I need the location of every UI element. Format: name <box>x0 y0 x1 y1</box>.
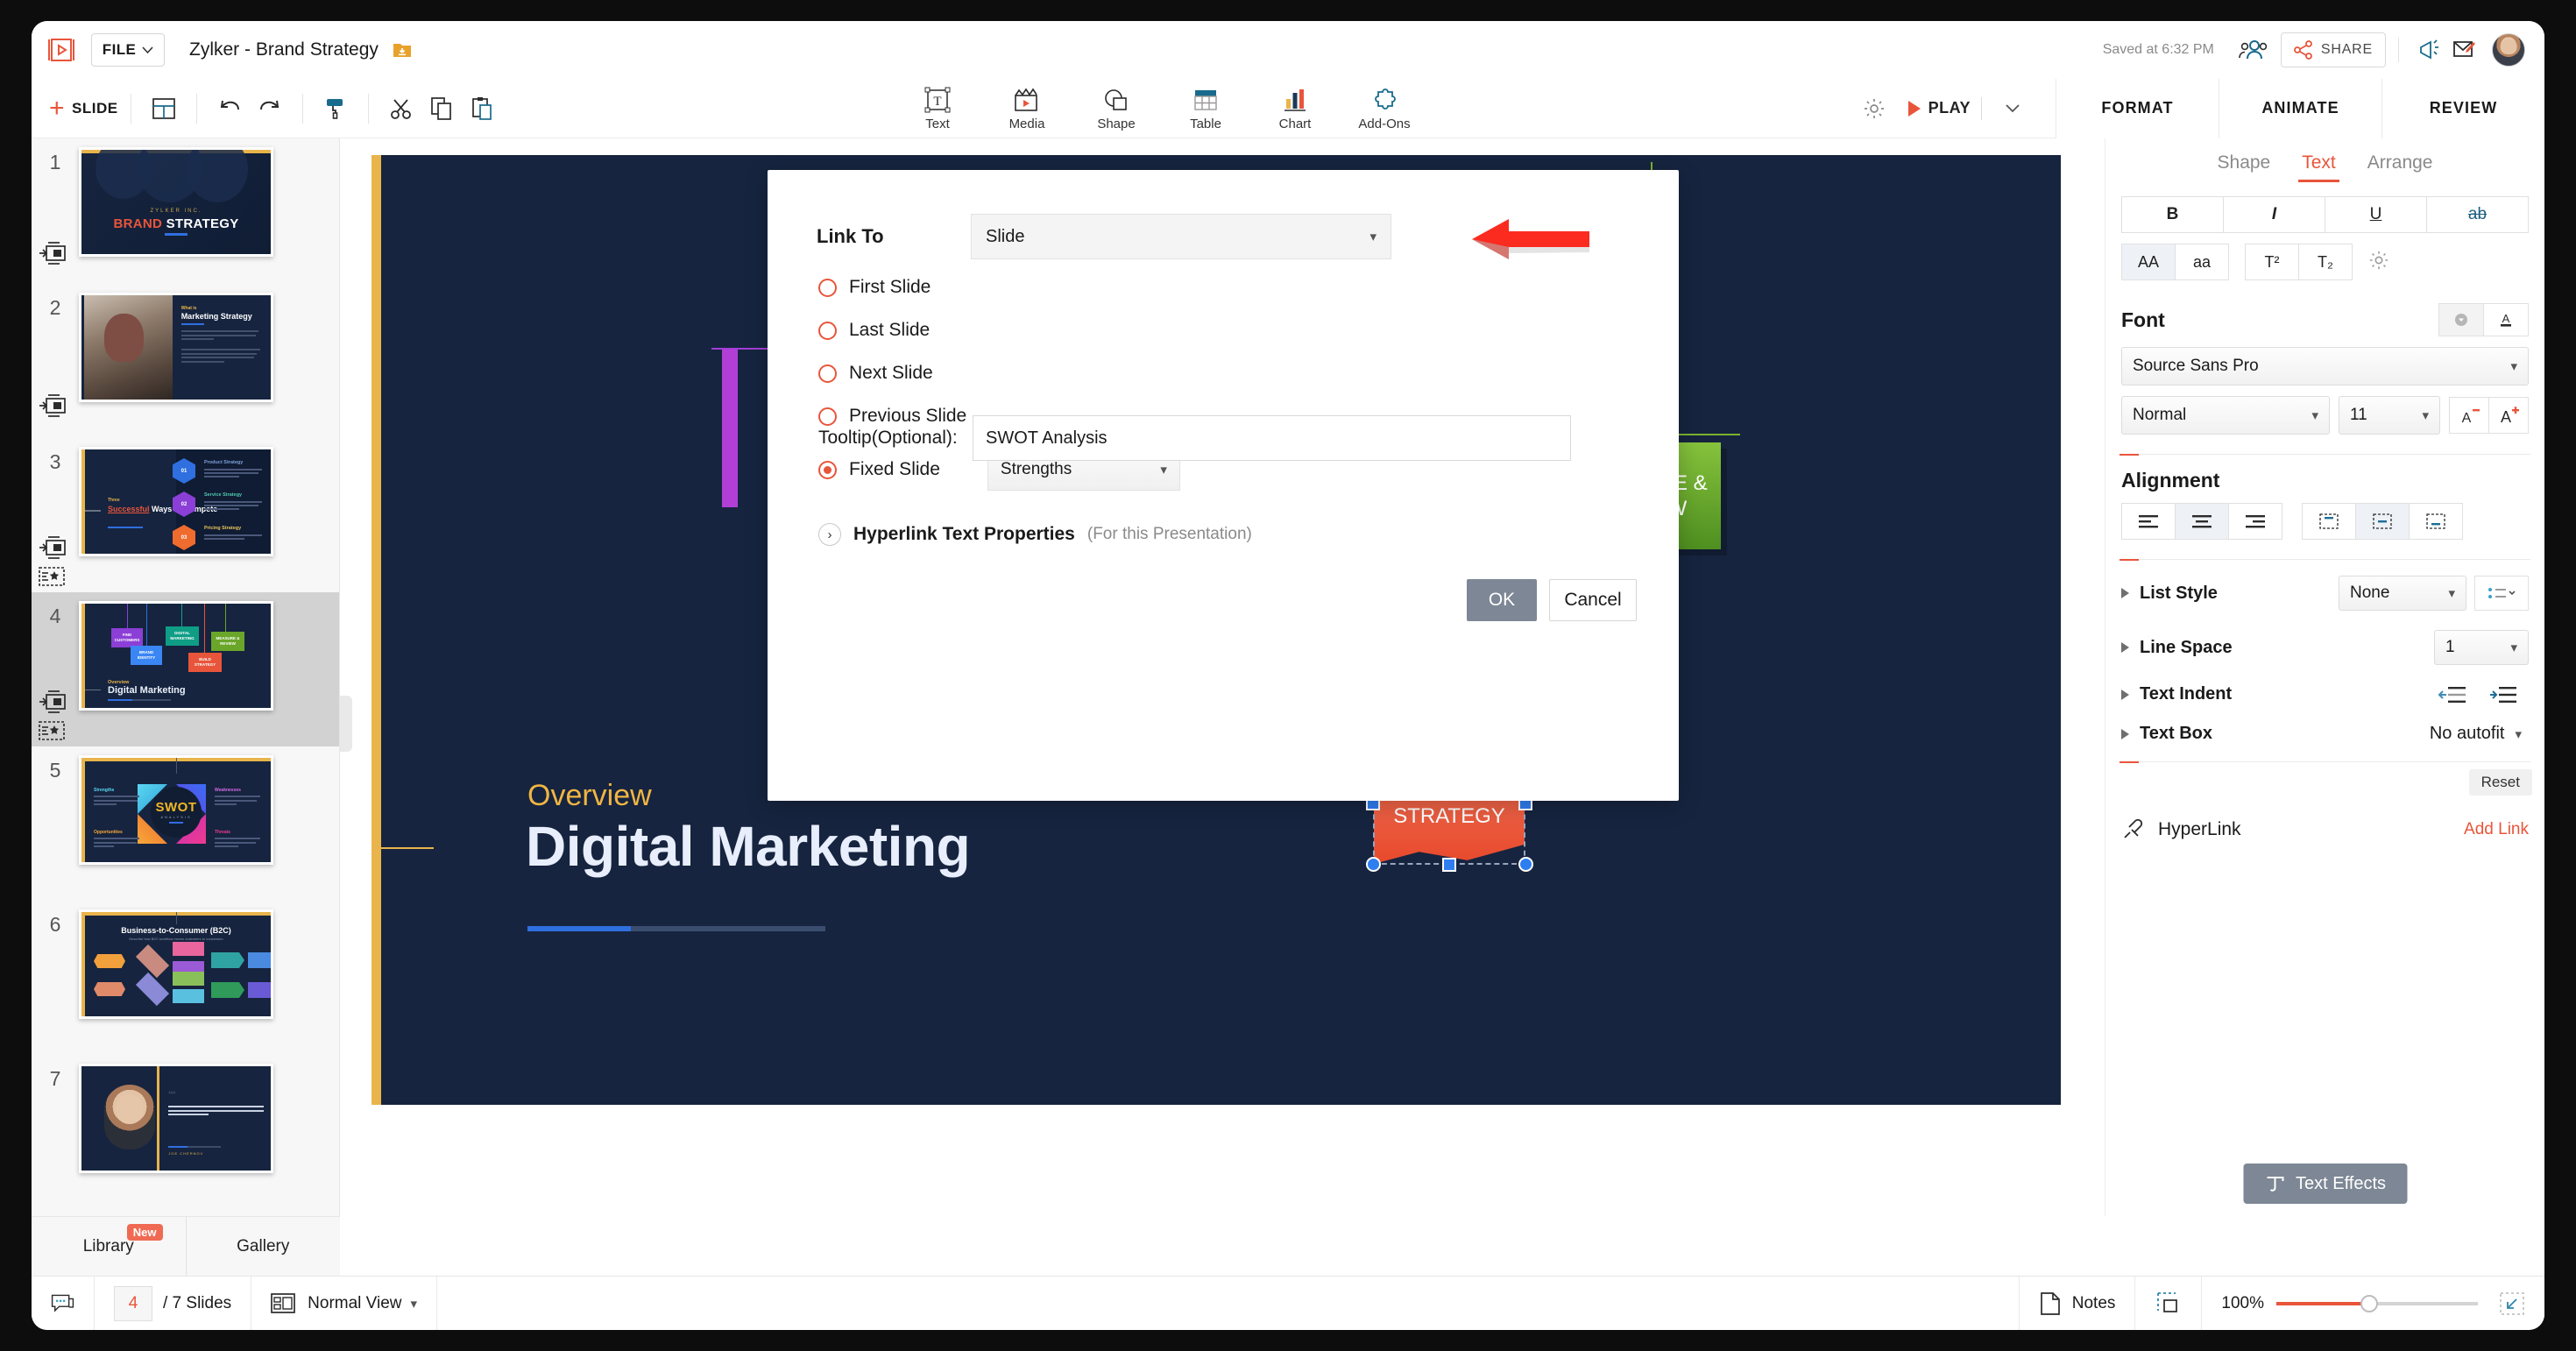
swot-label: SWOT <box>156 800 197 815</box>
radio-last-slide[interactable]: Last Slide <box>818 320 1180 341</box>
tooltip-input[interactable]: SWOT Analysis <box>973 415 1571 461</box>
hyperlink-properties-note: (For this Presentation) <box>1087 525 1252 544</box>
radio-indicator <box>818 322 837 340</box>
radio-label: First Slide <box>849 277 931 298</box>
link-to-label: Link To <box>817 225 971 248</box>
radio-next-slide[interactable]: Next Slide <box>818 363 1180 384</box>
radio-label: Last Slide <box>849 320 930 341</box>
radio-indicator <box>818 364 837 383</box>
chevron-down-icon: ▾ <box>1160 462 1167 477</box>
hyperlink-properties-label: Hyperlink Text Properties <box>853 524 1075 545</box>
link-to-select[interactable]: Slide ▾ <box>971 214 1391 259</box>
red-arrow-annotation <box>1468 212 1591 266</box>
swot-center: SWOT ANALYSIS <box>151 787 202 838</box>
swot-sublabel: ANALYSIS <box>160 815 191 819</box>
radio-label: Next Slide <box>849 363 933 384</box>
fixed-slide-value: Strengths <box>1001 460 1072 479</box>
radio-indicator-selected <box>818 461 837 479</box>
dialog-overlay: Link To Slide ▾ First Slide Last Slide <box>32 21 2544 1330</box>
radio-label: Fixed Slide <box>849 459 940 480</box>
cancel-button[interactable]: Cancel <box>1549 579 1637 621</box>
chevron-down-icon: ▾ <box>1369 229 1376 244</box>
app-window: FILE Zylker - Brand Strategy Saved at 6:… <box>32 21 2544 1330</box>
link-to-value: Slide <box>986 227 1024 247</box>
tooltip-label: Tooltip(Optional): <box>818 428 973 449</box>
chevron-right-icon[interactable]: › <box>818 523 841 546</box>
radio-indicator <box>818 279 837 297</box>
radio-first-slide[interactable]: First Slide <box>818 277 1180 298</box>
ok-button[interactable]: OK <box>1467 579 1537 621</box>
app-root: FILE Zylker - Brand Strategy Saved at 6:… <box>0 0 2576 1351</box>
panel-collapse-handle[interactable] <box>340 696 352 752</box>
